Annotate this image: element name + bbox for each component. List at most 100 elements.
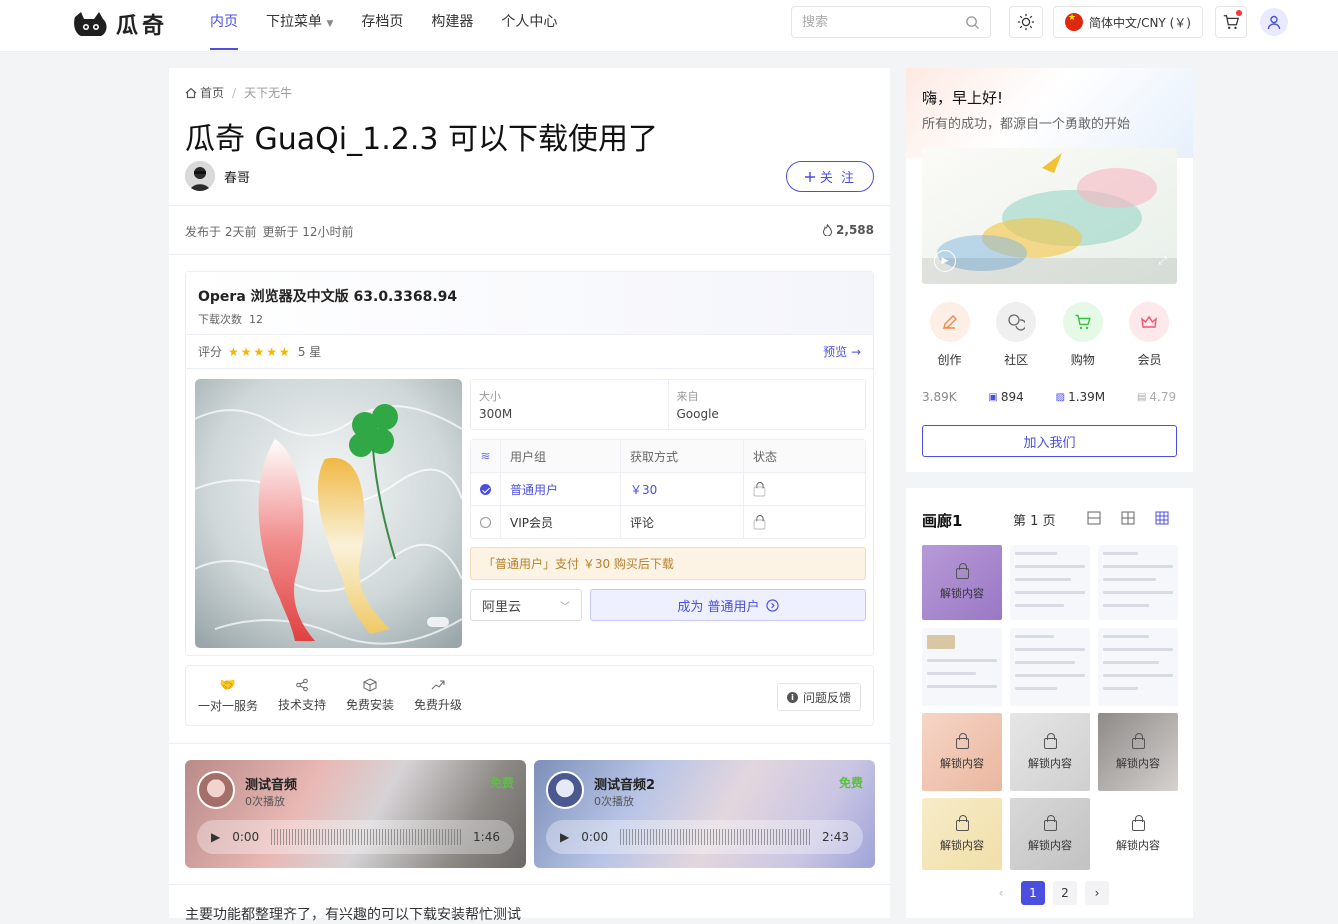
table-row[interactable]: VIP会员 评论 (471, 506, 865, 539)
gallery-locked-tile[interactable]: 解锁内容 (922, 545, 1002, 620)
audio-waveform[interactable] (620, 829, 811, 845)
free-badge: 免费 (489, 776, 514, 790)
mirror-select[interactable]: 阿里云 ﹀ (470, 589, 582, 621)
lock-icon (1043, 814, 1057, 831)
arrow-circle-icon (765, 598, 779, 612)
stat-value: 3.89K (922, 390, 957, 404)
view-grid-icon[interactable] (1119, 509, 1137, 527)
nav-item-builder[interactable]: 构建器 (417, 0, 487, 52)
gallery-locked-tile[interactable]: 解锁内容 (1010, 713, 1090, 791)
language-selector[interactable]: 简体中文/CNY (￥) (1053, 6, 1203, 38)
gallery-locked-tile[interactable]: 解锁内容 (1098, 713, 1178, 791)
user-group: VIP会员 (501, 506, 621, 539)
unlock-label: 解锁内容 (1116, 838, 1160, 852)
become-member-button[interactable]: 成为 普通用户 (590, 589, 866, 621)
view-grid-dense-icon[interactable] (1153, 509, 1171, 527)
pagination-page[interactable]: 1 (1021, 881, 1045, 905)
play-icon[interactable]: ▶ (560, 830, 569, 844)
nav-item-dropdown[interactable]: 下拉菜单 ▼ (252, 0, 347, 52)
lock-icon (753, 481, 766, 496)
welcome-banner-video[interactable]: ▶ ⤢ (922, 148, 1177, 284)
breadcrumb-home[interactable]: 首页 (185, 84, 224, 101)
breadcrumb-home-label: 首页 (200, 86, 225, 100)
author-info[interactable]: 春哥 (185, 161, 250, 191)
divider (169, 743, 890, 744)
fullscreen-icon[interactable]: ⤢ (1158, 254, 1167, 268)
update-time: 更新于 12小时前 (262, 225, 354, 239)
unlock-label: 解锁内容 (1028, 838, 1072, 852)
cart-button[interactable] (1215, 6, 1247, 38)
service-label: 一对一服务 (198, 698, 259, 713)
gallery-screenshot-tile[interactable] (1010, 628, 1090, 706)
play-icon[interactable]: ▶ (211, 830, 220, 844)
nav-item-archive[interactable]: 存档页 (347, 0, 417, 52)
quick-link-community[interactable]: 社区 (989, 302, 1044, 368)
author-avatar[interactable] (185, 161, 215, 191)
nav-item-profile[interactable]: 个人中心 (487, 0, 571, 52)
service-label: 免费安装 (346, 698, 395, 712)
gallery-locked-tile[interactable]: 解锁内容 (922, 713, 1002, 791)
service-install: 免费安装 (346, 678, 394, 713)
pagination-page[interactable]: 2 (1053, 881, 1077, 905)
gallery-widget: 画廊1 第 1 页 解锁内容 解锁内容 解锁内容 解锁内容 解锁内容 解锁内容 … (906, 488, 1193, 918)
theme-toggle-button[interactable] (1009, 6, 1043, 38)
column-header: 获取方式 (621, 440, 744, 472)
unlock-label: 解锁内容 (940, 838, 984, 852)
quick-link-shop[interactable]: 购物 (1055, 302, 1110, 368)
gallery-screenshot-tile[interactable] (922, 628, 1002, 706)
view-count-value: 2,588 (836, 223, 874, 237)
report-button[interactable]: i 问题反馈 (776, 683, 861, 711)
sun-icon (1017, 13, 1035, 31)
quick-link-create[interactable]: 创作 (922, 302, 977, 368)
search-icon[interactable] (965, 15, 980, 30)
main-nav: 内页 下拉菜单 ▼ 存档页 构建器 个人中心 (196, 0, 571, 52)
view-list-icon[interactable] (1085, 509, 1103, 527)
table-row[interactable]: 普通用户 ￥30 (471, 473, 865, 506)
welcome-widget: 嗨，早上好! 所有的成功，都源自一个勇敢的开始 ▶ ⤢ 创作 社区 购物 会员 … (906, 68, 1193, 472)
gallery-locked-tile[interactable]: 解锁内容 (1010, 798, 1090, 870)
breadcrumb: 首页 / 天下无牛 (185, 84, 292, 101)
column-header: 用户组 (501, 440, 621, 472)
logo-text: 瓜奇 (116, 13, 169, 39)
author-name[interactable]: 春哥 (224, 167, 250, 186)
follow-label: 关 注 (819, 171, 857, 186)
breadcrumb-current[interactable]: 天下无牛 (244, 84, 292, 101)
radio-unselected[interactable] (480, 517, 491, 528)
lock-icon (955, 563, 969, 579)
gallery-screenshot-tile[interactable] (1098, 545, 1178, 620)
preview-link[interactable]: 预览 → (823, 343, 861, 360)
stat-videos: ▣ 894 (988, 390, 1023, 404)
site-stats: 3.89K ▣894 ▨1.39M ▤4.79K (922, 390, 1177, 404)
service-upgrade: 免费升级 (414, 678, 462, 713)
top-navbar: 瓜奇 内页 下拉菜单 ▼ 存档页 构建器 个人中心 简体中文/CNY (￥) (0, 0, 1338, 52)
audio-waveform[interactable] (271, 829, 462, 845)
article-main: 首页 / 天下无牛 瓜奇 GuaQi_1.2.3 可以下载使用了 春哥 关 注 … (169, 68, 890, 923)
radio-selected[interactable] (480, 483, 491, 495)
join-us-button[interactable]: 加入我们 (922, 425, 1177, 457)
quick-link-member[interactable]: 会员 (1122, 302, 1177, 368)
unlock-label: 解锁内容 (1116, 756, 1160, 770)
unlock-label: 解锁内容 (1028, 756, 1072, 770)
pagination-next[interactable]: › (1085, 881, 1109, 905)
download-count: 下载次数 12 (198, 311, 861, 327)
play-circle-icon[interactable]: ▶ (934, 250, 956, 272)
follow-button[interactable]: 关 注 (786, 161, 874, 192)
handshake-icon: 🤝 (219, 677, 237, 693)
home-icon (185, 87, 197, 98)
user-avatar-button[interactable] (1260, 8, 1288, 36)
audio-cover (197, 771, 235, 809)
access-table: ≋ 用户组 获取方式 状态 普通用户 ￥30 VIP会员 评论 (470, 439, 866, 539)
file-source-label: 来自 (676, 390, 699, 403)
site-logo[interactable]: 瓜奇 (72, 8, 168, 40)
pagination-prev[interactable]: ‹ (989, 881, 1013, 905)
search-box (791, 6, 991, 38)
article-body-text: 主要功能都整理齐了，有兴趣的可以下载安装帮忙测试 (185, 907, 521, 923)
gallery-locked-tile[interactable]: 解锁内容 (922, 798, 1002, 870)
gallery-screenshot-tile[interactable] (1010, 545, 1090, 620)
gallery-locked-tile[interactable]: 解锁内容 (1098, 798, 1178, 870)
search-input[interactable] (792, 7, 952, 37)
nav-item-inner-page[interactable]: 内页 (196, 0, 252, 52)
pencil-icon (942, 315, 957, 329)
gallery-screenshot-tile[interactable] (1098, 628, 1178, 706)
greeting: 嗨，早上好! (922, 89, 1004, 107)
